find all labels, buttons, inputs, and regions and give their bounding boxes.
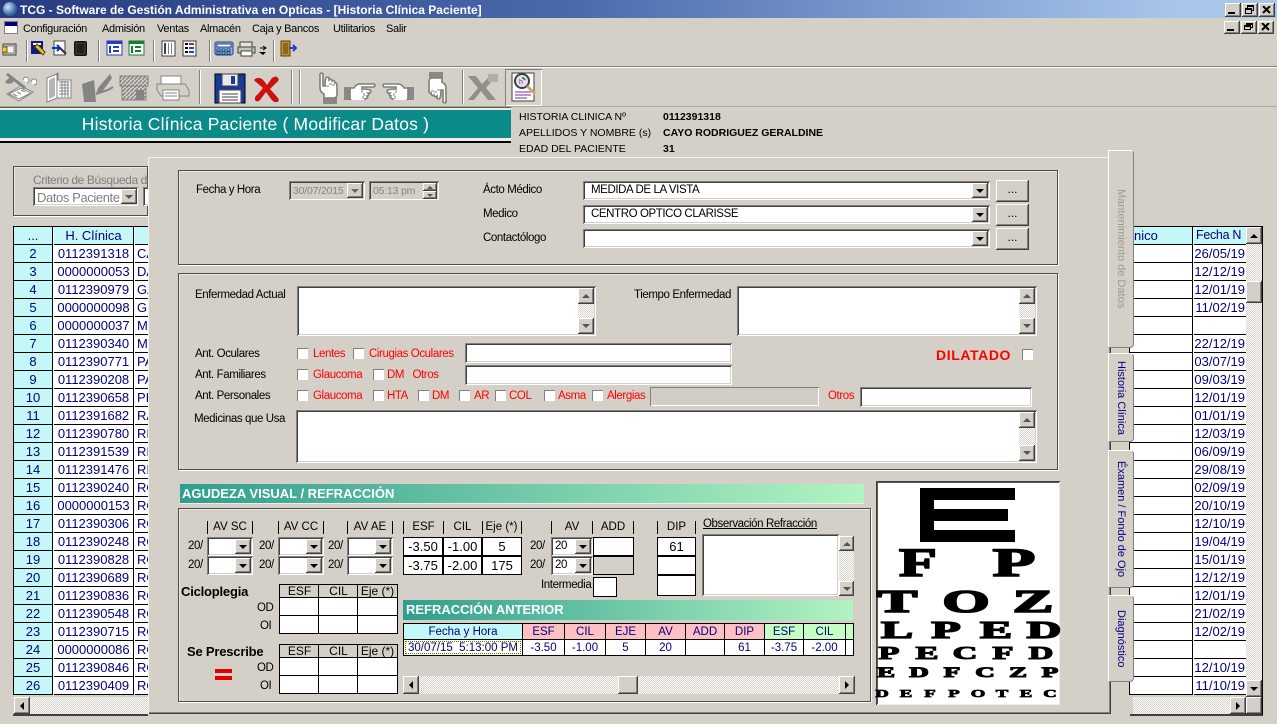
svg-text:h: h	[519, 79, 523, 86]
